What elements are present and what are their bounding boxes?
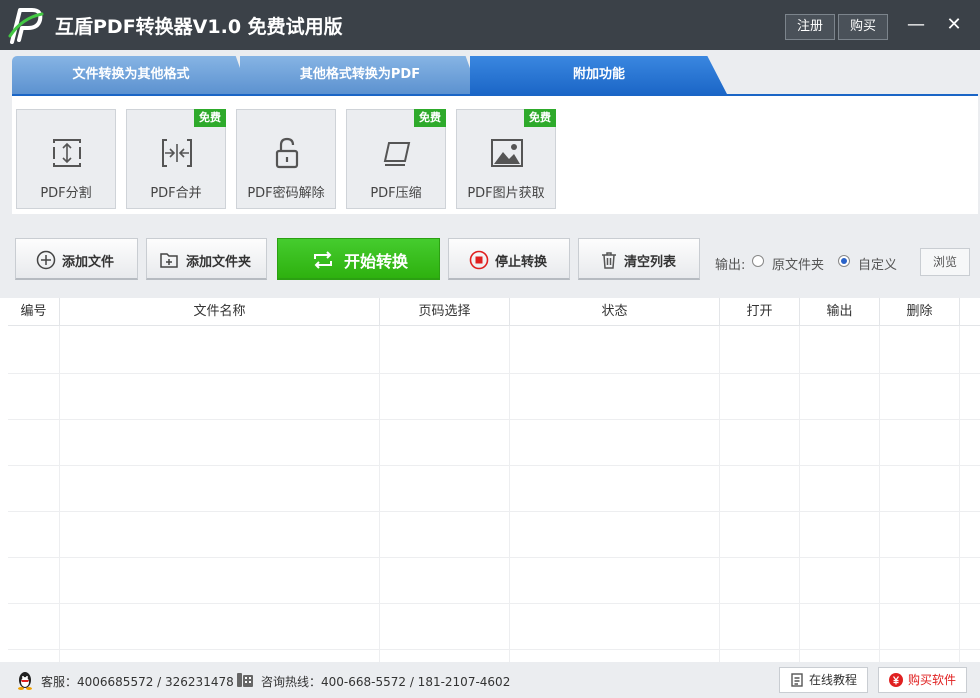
start-convert-label: 开始转换	[344, 252, 409, 271]
column-divider	[379, 326, 380, 662]
radio-custom-label: 自定义	[858, 258, 898, 273]
qq-penguin-icon	[18, 672, 32, 690]
image-icon	[491, 139, 523, 167]
free-badge: 免费	[194, 109, 226, 127]
buy-software-button[interactable]: 购买软件	[878, 667, 967, 693]
document-icon	[791, 673, 803, 687]
file-table: 编号 文件名称 页码选择 状态 打开 输出 删除	[0, 298, 980, 662]
customer-service-text: 客服：4006685572 / 326231478	[41, 675, 234, 689]
app-logo-icon	[8, 8, 44, 44]
buy-software-label: 购买软件	[908, 673, 957, 687]
column-divider	[959, 326, 960, 662]
tool-label: PDF压缩	[370, 186, 422, 201]
minimize-icon[interactable]: —	[903, 12, 929, 38]
output-label: 输出:	[715, 258, 746, 273]
register-button[interactable]: 注册	[785, 14, 835, 40]
col-header-index: 编号	[8, 298, 60, 326]
radio-custom[interactable]	[838, 255, 850, 267]
clear-list-label: 清空列表	[624, 255, 677, 270]
stop-convert-label: 停止转换	[495, 255, 548, 270]
stop-convert-button[interactable]: 停止转换	[448, 238, 570, 280]
tool-pdf-unlock[interactable]: PDF密码解除	[236, 109, 336, 209]
column-divider	[799, 326, 800, 662]
browse-button[interactable]: 浏览	[920, 248, 970, 276]
free-badge: 免费	[414, 109, 446, 127]
clear-list-button[interactable]: 清空列表	[578, 238, 700, 280]
col-header-page-select: 页码选择	[380, 298, 510, 326]
row-divider	[8, 465, 980, 466]
app-window: { "window": { "title": "互盾PDF转换器V1.0 免费试…	[0, 0, 980, 698]
col-header-output: 输出	[800, 298, 880, 326]
col-header-open: 打开	[720, 298, 800, 326]
tab-extra-features[interactable]: 附加功能	[470, 56, 728, 96]
row-divider	[8, 419, 980, 420]
radio-original-folder-label: 原文件夹	[772, 258, 825, 273]
buy-button[interactable]: 购买	[838, 14, 888, 40]
online-tutorial-label: 在线教程	[809, 673, 858, 687]
row-divider	[8, 511, 980, 512]
col-header-status: 状态	[510, 298, 720, 326]
free-badge: 免费	[524, 109, 556, 127]
online-tutorial-button[interactable]: 在线教程	[779, 667, 868, 693]
tab-other-to-pdf[interactable]: 其他格式转换为PDF	[240, 56, 480, 96]
tool-label: PDF密码解除	[247, 186, 325, 201]
split-icon	[53, 139, 81, 167]
tool-label: PDF图片获取	[467, 186, 545, 201]
app-title: 互盾PDF转换器V1.0 免费试用版	[55, 16, 343, 38]
row-divider	[8, 373, 980, 374]
tool-panel: PDF分割 PDF合并 免费 PDF密码解除 PDF压缩 免费 PDF图片获取	[12, 96, 978, 214]
add-folder-label: 添加文件夹	[186, 255, 252, 270]
row-divider	[8, 649, 980, 650]
tool-label: PDF分割	[40, 186, 92, 201]
tab-bar: 文件转换为其他格式 其他格式转换为PDF 附加功能	[0, 50, 980, 96]
tool-pdf-split[interactable]: PDF分割	[16, 109, 116, 209]
status-bar: 客服：4006685572 / 326231478 咨询热线：400-668-5…	[0, 662, 980, 698]
col-header-filler	[960, 298, 980, 326]
tool-pdf-merge[interactable]: PDF合并 免费	[126, 109, 226, 209]
col-header-filename: 文件名称	[60, 298, 380, 326]
phone-icon	[237, 673, 253, 687]
add-folder-button[interactable]: 添加文件夹	[146, 238, 267, 280]
add-file-button[interactable]: 添加文件	[15, 238, 138, 280]
tool-pdf-image-extract[interactable]: PDF图片获取 免费	[456, 109, 556, 209]
column-divider	[879, 326, 880, 662]
unlock-icon	[275, 137, 299, 169]
column-divider	[719, 326, 720, 662]
folder-plus-icon	[160, 253, 178, 268]
tool-label: PDF合并	[150, 186, 202, 201]
action-bar: 添加文件 添加文件夹 开始转换 停止转换 清空列表 输出: 原文件夹 自定义	[0, 228, 980, 290]
title-bar: 互盾PDF转换器V1.0 免费试用版 注册 购买 — ✕	[0, 0, 980, 50]
stop-icon	[469, 250, 489, 270]
start-convert-button[interactable]: 开始转换	[277, 238, 440, 280]
column-divider	[59, 326, 60, 662]
merge-icon	[162, 139, 192, 167]
col-header-delete: 删除	[880, 298, 960, 326]
tool-pdf-compress[interactable]: PDF压缩 免费	[346, 109, 446, 209]
plus-circle-icon	[36, 250, 56, 270]
trash-icon	[602, 252, 616, 269]
row-divider	[8, 557, 980, 558]
compress-icon	[383, 142, 411, 166]
row-divider	[8, 603, 980, 604]
column-divider	[509, 326, 510, 662]
convert-arrows-icon	[314, 251, 332, 269]
hotline-text: 咨询热线：400-668-5572 / 181-2107-4602	[261, 675, 511, 689]
close-icon[interactable]: ✕	[941, 12, 967, 38]
add-file-label: 添加文件	[62, 255, 115, 270]
yuan-icon	[889, 673, 903, 687]
tab-file-to-other[interactable]: 文件转换为其他格式	[12, 56, 250, 96]
radio-original-folder[interactable]	[752, 255, 764, 267]
